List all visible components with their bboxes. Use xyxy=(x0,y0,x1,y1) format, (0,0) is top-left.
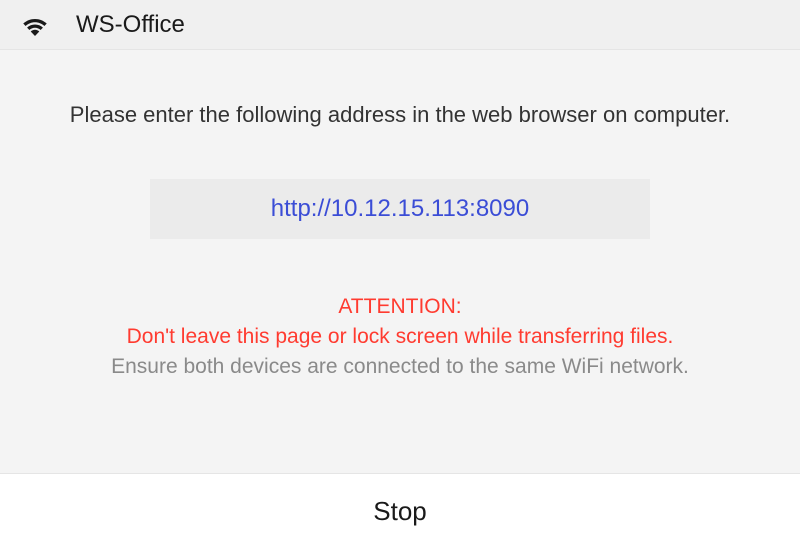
url-box: http://10.12.15.113:8090 xyxy=(150,179,650,239)
page-title: WS-Office xyxy=(76,11,185,39)
status-bar: WS-Office xyxy=(0,0,800,50)
wifi-icon xyxy=(20,14,50,36)
attention-note: Ensure both devices are connected to the… xyxy=(111,355,689,379)
attention-label: ATTENTION: xyxy=(111,295,689,319)
content-area: Please enter the following address in th… xyxy=(0,50,800,474)
instruction-text: Please enter the following address in th… xyxy=(70,100,730,131)
attention-block: ATTENTION: Don't leave this page or lock… xyxy=(111,295,689,379)
url-address: http://10.12.15.113:8090 xyxy=(271,195,529,222)
bottom-bar: Stop xyxy=(0,474,800,548)
stop-button[interactable]: Stop xyxy=(0,474,800,548)
attention-warning: Don't leave this page or lock screen whi… xyxy=(111,325,689,349)
